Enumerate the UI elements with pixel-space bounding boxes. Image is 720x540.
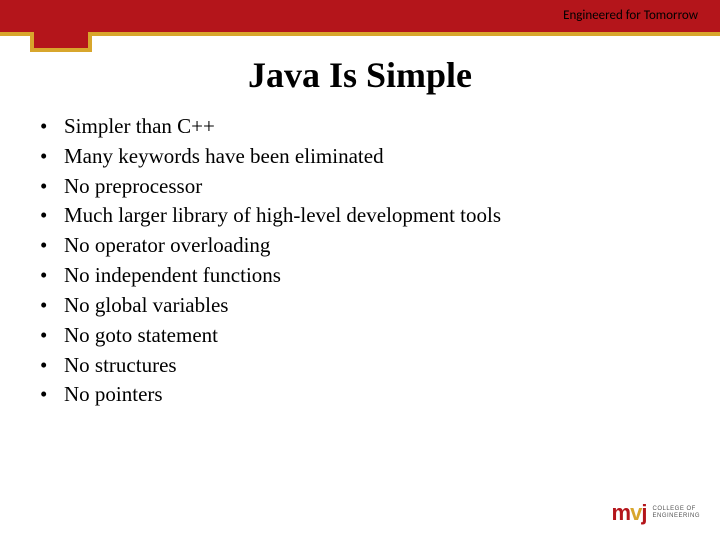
logo-mark: mvj (612, 500, 647, 526)
bullet-icon: • (36, 231, 64, 261)
notch-accent-bottom (30, 48, 92, 52)
bullet-icon: • (36, 321, 64, 351)
bullet-text: Simpler than C++ (64, 112, 215, 142)
bullet-text: No goto statement (64, 321, 218, 351)
list-item: •No goto statement (36, 321, 676, 351)
bullet-icon: • (36, 201, 64, 231)
slide-title: Java Is Simple (0, 54, 720, 96)
footer-logo: mvj COLLEGE OF ENGINEERING (612, 500, 700, 526)
bullet-text: Much larger library of high-level develo… (64, 201, 501, 231)
bullet-text: No structures (64, 351, 177, 381)
bullet-icon: • (36, 291, 64, 321)
logo-v: v (630, 500, 641, 525)
slide: Engineered for Tomorrow Java Is Simple •… (0, 0, 720, 540)
bullet-list: •Simpler than C++ •Many keywords have be… (36, 112, 676, 410)
list-item: •No pointers (36, 380, 676, 410)
bullet-icon: • (36, 261, 64, 291)
bullet-icon: • (36, 380, 64, 410)
list-item: •Many keywords have been eliminated (36, 142, 676, 172)
logo-text: COLLEGE OF ENGINEERING (652, 506, 700, 519)
list-item: •Simpler than C++ (36, 112, 676, 142)
tagline: Engineered for Tomorrow (563, 8, 698, 23)
list-item: •No independent functions (36, 261, 676, 291)
list-item: •No structures (36, 351, 676, 381)
content-area: •Simpler than C++ •Many keywords have be… (36, 112, 676, 410)
header-notch (34, 0, 88, 48)
bullet-text: Many keywords have been eliminated (64, 142, 384, 172)
list-item: •No preprocessor (36, 172, 676, 202)
logo-line1: COLLEGE OF (652, 506, 700, 513)
logo-m: m (612, 500, 631, 525)
bullet-text: No preprocessor (64, 172, 202, 202)
bullet-icon: • (36, 112, 64, 142)
list-item: •No global variables (36, 291, 676, 321)
bullet-text: No global variables (64, 291, 228, 321)
bullet-text: No independent functions (64, 261, 281, 291)
bullet-icon: • (36, 172, 64, 202)
bullet-icon: • (36, 351, 64, 381)
logo-line2: ENGINEERING (652, 513, 700, 520)
list-item: •Much larger library of high-level devel… (36, 201, 676, 231)
bullet-icon: • (36, 142, 64, 172)
bullet-text: No operator overloading (64, 231, 270, 261)
logo-j: j (641, 500, 646, 525)
bullet-text: No pointers (64, 380, 163, 410)
list-item: •No operator overloading (36, 231, 676, 261)
header-accent (0, 32, 720, 36)
